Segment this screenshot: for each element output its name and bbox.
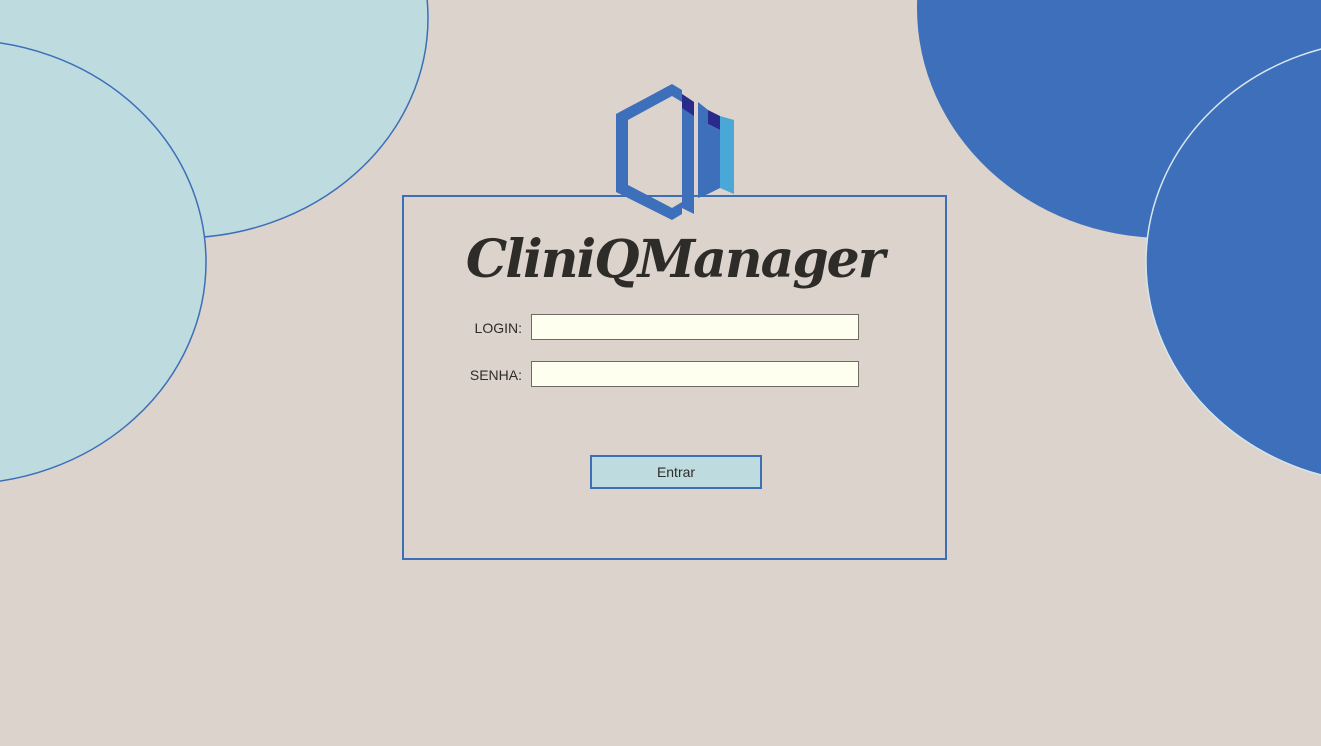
enter-button[interactable]: Entrar <box>590 455 762 489</box>
login-panel: CliniQManager LOGIN: SENHA: Entrar <box>402 195 947 560</box>
password-label: SENHA: <box>469 367 522 383</box>
password-input[interactable] <box>531 361 859 387</box>
login-label: LOGIN: <box>474 320 522 336</box>
clinic-building-logo-icon <box>616 84 734 220</box>
login-input[interactable] <box>531 314 859 340</box>
brand-title: CliniQManager <box>465 229 885 290</box>
